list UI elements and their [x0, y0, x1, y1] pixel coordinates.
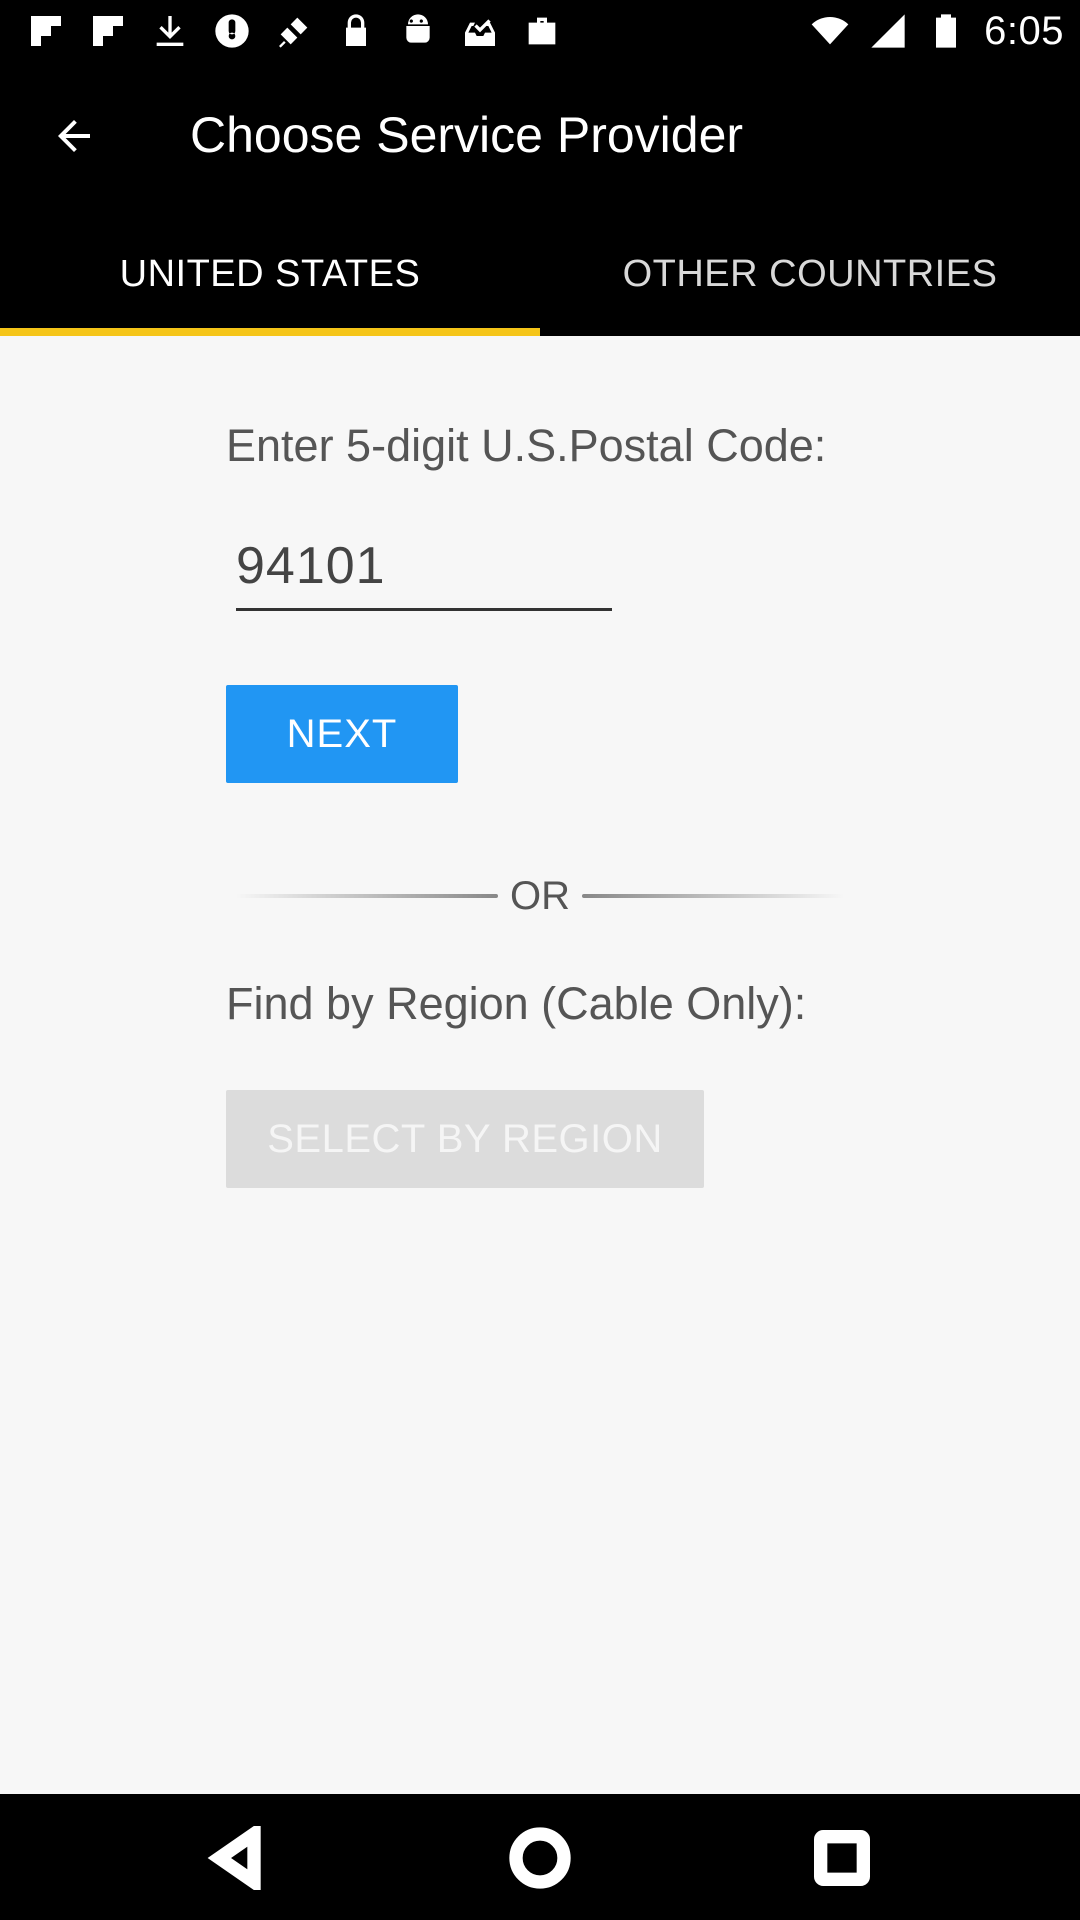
power-saver-icon [215, 14, 249, 48]
lock-icon [346, 14, 366, 47]
notification-icons [26, 10, 562, 52]
clock: 6:05 [984, 8, 1064, 53]
app-bar: Choose Service Provider [0, 62, 1080, 213]
download-icon [156, 16, 184, 46]
tab-indicator [0, 328, 540, 336]
tab-bar: UNITED STATES OTHER COUNTRIES [0, 212, 1080, 336]
main-content: Enter 5-digit U.S.Postal Code: 94101 NEX… [0, 336, 1080, 1794]
select-by-region-button[interactable]: SELECT BY REGION [226, 1090, 704, 1188]
postal-code-label: Enter 5-digit U.S.Postal Code: [226, 420, 827, 471]
nav-recents-button[interactable] [802, 1818, 882, 1898]
nav-home-icon [509, 1827, 571, 1889]
fake-gps-icon [279, 17, 308, 48]
tab-united-states[interactable]: UNITED STATES [0, 212, 540, 336]
battery-icon [936, 14, 957, 48]
page-title: Choose Service Provider [190, 107, 744, 163]
postal-code-input[interactable]: 94101 [236, 536, 612, 611]
nav-back-icon [207, 1826, 261, 1890]
nav-back-button[interactable] [198, 1818, 278, 1898]
or-divider: OR [236, 866, 844, 926]
back-button[interactable] [38, 100, 110, 172]
nav-recents-icon [814, 1830, 870, 1886]
android-icon [406, 14, 430, 43]
signal-icon [871, 14, 905, 48]
navigation-bar [0, 1794, 1080, 1920]
nav-home-button[interactable] [500, 1818, 580, 1898]
status-right: 6:05 [810, 8, 1064, 54]
or-label: OR [510, 874, 570, 918]
wifi-icon [811, 17, 849, 45]
tray-check-icon [465, 19, 495, 46]
tab-other-countries[interactable]: OTHER COUNTRIES [540, 212, 1080, 336]
region-label: Find by Region (Cable Only): [226, 978, 807, 1029]
flipboard-icon [93, 16, 123, 46]
flipboard-icon [31, 16, 61, 46]
arrow-back-icon [58, 120, 90, 152]
next-button[interactable]: NEXT [226, 685, 458, 783]
status-bar: 6:05 [0, 0, 1080, 62]
briefcase-icon [528, 17, 556, 45]
